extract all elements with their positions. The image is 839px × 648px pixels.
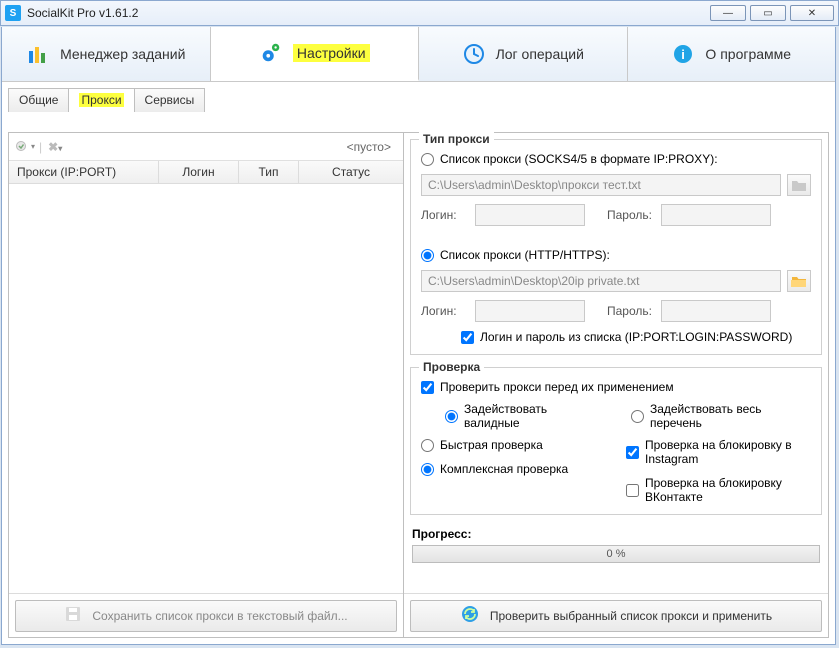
radio-socks[interactable]: Список прокси (SOCKS4/5 в формате IP:PRO… (421, 152, 811, 166)
radio-http-input[interactable] (421, 249, 434, 262)
proxy-list-pane: ▾ | ✖▾ <пусто> Прокси (IP:PORT) Логин Ти… (9, 133, 404, 637)
creds-from-list-label: Логин и пароль из списка (IP:PORT:LOGIN:… (480, 330, 792, 344)
progress-bar: 0 % (412, 545, 820, 563)
subtab-proxy[interactable]: Прокси (68, 88, 134, 112)
subtab-general[interactable]: Общие (8, 88, 69, 112)
tab-log[interactable]: Лог операций (419, 27, 628, 81)
group-proxy-type-legend: Тип прокси (419, 132, 494, 146)
sub-tabstrip: Общие Прокси Сервисы (2, 82, 835, 112)
check-before-label: Проверить прокси перед их применением (440, 380, 674, 394)
col-status[interactable]: Статус (299, 161, 403, 183)
socks-password-label: Пароль: (607, 208, 655, 222)
clock-icon (462, 42, 486, 66)
http-path-field[interactable] (421, 270, 781, 292)
http-login-label: Логин: (421, 304, 469, 318)
radio-use-all-input[interactable] (631, 410, 644, 423)
http-password-label: Пароль: (607, 304, 655, 318)
radio-use-all[interactable]: Задействовать весь перечень (631, 402, 811, 430)
radio-use-valid-input[interactable] (445, 410, 458, 423)
check-before-checkbox[interactable] (421, 381, 434, 394)
tab-log-label: Лог операций (496, 46, 584, 62)
tab-tasks[interactable]: Менеджер заданий (2, 27, 211, 81)
check-vk[interactable]: Проверка на блокировку ВКонтакте (626, 476, 811, 504)
socks-login-field[interactable] (475, 204, 585, 226)
bars-icon (26, 42, 50, 66)
save-list-label: Сохранить список прокси в текстовый файл… (92, 609, 347, 623)
titlebar: S SocialKit Pro v1.61.2 — ▭ ✕ (0, 0, 839, 26)
apply-button-label: Проверить выбранный список прокси и прим… (490, 609, 772, 623)
group-check-legend: Проверка (419, 360, 484, 374)
check-instagram-label: Проверка на блокировку в Instagram (645, 438, 811, 466)
check-instagram-input[interactable] (626, 446, 639, 459)
radio-http-label: Список прокси (HTTP/HTTPS): (440, 248, 610, 262)
svg-text:i: i (682, 47, 686, 62)
http-password-field[interactable] (661, 300, 771, 322)
radio-use-all-label: Задействовать весь перечень (650, 402, 811, 430)
tab-settings-label: Настройки (293, 44, 370, 62)
save-icon (64, 605, 82, 626)
group-proxy-type: Тип прокси Список прокси (SOCKS4/5 в фор… (410, 139, 822, 355)
globe-refresh-icon (460, 604, 480, 627)
radio-complex-check-label: Комплексная проверка (440, 462, 568, 476)
radio-complex-check-input[interactable] (421, 463, 434, 476)
creds-from-list-checkbox[interactable] (461, 331, 474, 344)
apply-button[interactable]: Проверить выбранный список прокси и прим… (410, 600, 822, 632)
tab-settings[interactable]: Настройки (211, 27, 420, 81)
radio-fast-check[interactable]: Быстрая проверка (421, 438, 606, 452)
app-icon: S (5, 5, 21, 21)
radio-socks-label: Список прокси (SOCKS4/5 в формате IP:PRO… (440, 152, 718, 166)
gears-icon (259, 41, 283, 65)
delete-button[interactable]: ✖▾ (48, 140, 62, 154)
radio-socks-input[interactable] (421, 153, 434, 166)
http-browse-button[interactable] (787, 270, 811, 292)
proxy-table-body (9, 184, 403, 593)
socks-password-field[interactable] (661, 204, 771, 226)
tab-about[interactable]: i О программе (628, 27, 836, 81)
socks-browse-button[interactable] (787, 174, 811, 196)
check-vk-label: Проверка на блокировку ВКонтакте (645, 476, 811, 504)
col-ipport[interactable]: Прокси (IP:PORT) (9, 161, 159, 183)
window-title: SocialKit Pro v1.61.2 (27, 6, 138, 20)
chevron-down-icon: ▾ (31, 142, 35, 151)
progress-label: Прогресс: (412, 527, 471, 541)
radio-use-valid[interactable]: Задействовать валидные (445, 402, 601, 430)
radio-use-valid-label: Задействовать валидные (464, 402, 601, 430)
check-vk-input[interactable] (626, 484, 639, 497)
group-check: Проверка Проверить прокси перед их приме… (410, 367, 822, 515)
maximize-button[interactable]: ▭ (750, 5, 786, 21)
col-type[interactable]: Тип (239, 161, 299, 183)
proxy-config-pane: Тип прокси Список прокси (SOCKS4/5 в фор… (404, 133, 828, 637)
socks-path-field[interactable] (421, 174, 781, 196)
radio-fast-check-label: Быстрая проверка (440, 438, 543, 452)
close-button[interactable]: ✕ (790, 5, 834, 21)
socks-login-label: Логин: (421, 208, 469, 222)
info-icon: i (671, 42, 695, 66)
proxy-list-toolbar: ▾ | ✖▾ <пусто> (9, 133, 403, 161)
check-instagram[interactable]: Проверка на блокировку в Instagram (626, 438, 811, 466)
radio-fast-check-input[interactable] (421, 439, 434, 452)
minimize-button[interactable]: — (710, 5, 746, 21)
main-tabstrip: Менеджер заданий Настройки Лог операций … (2, 27, 835, 82)
http-login-field[interactable] (475, 300, 585, 322)
radio-http[interactable]: Список прокси (HTTP/HTTPS): (421, 248, 811, 262)
check-before-row[interactable]: Проверить прокси перед их применением (421, 380, 811, 394)
col-login[interactable]: Логин (159, 161, 239, 183)
progress-text: 0 % (607, 548, 626, 560)
list-empty-label: <пусто> (347, 140, 397, 154)
save-list-button[interactable]: Сохранить список прокси в текстовый файл… (15, 600, 397, 632)
tab-about-label: О программе (705, 46, 791, 62)
subtab-services[interactable]: Сервисы (134, 88, 206, 112)
tab-tasks-label: Менеджер заданий (60, 46, 185, 62)
filter-dropdown[interactable]: ▾ (15, 140, 35, 154)
progress-section: Прогресс: 0 % (412, 527, 820, 563)
proxy-table-header: Прокси (IP:PORT) Логин Тип Статус (9, 161, 403, 184)
app-shell: Менеджер заданий Настройки Лог операций … (1, 27, 836, 645)
settings-proxy-panel: ▾ | ✖▾ <пусто> Прокси (IP:PORT) Логин Ти… (8, 132, 829, 638)
radio-complex-check[interactable]: Комплексная проверка (421, 462, 606, 476)
